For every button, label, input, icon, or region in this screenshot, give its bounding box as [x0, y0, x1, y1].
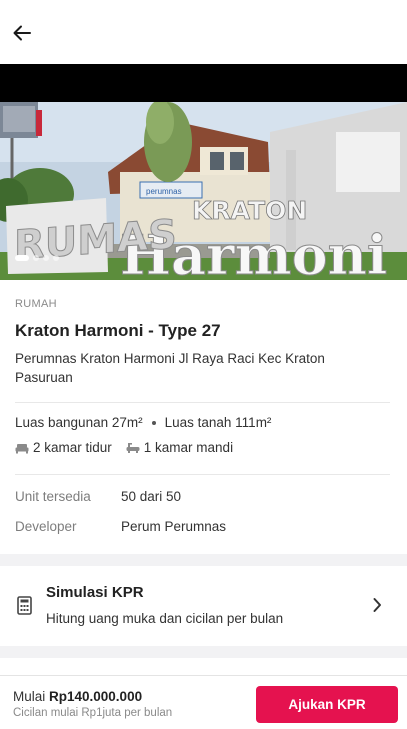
pagination-dot: [43, 255, 49, 261]
building-area: Luas bangunan 27m²: [15, 415, 143, 430]
chevron-right-icon: [373, 598, 381, 612]
price-value: Rp140.000.000: [49, 689, 143, 704]
property-category: RUMAH: [15, 298, 57, 310]
pagination-dot: [53, 255, 59, 261]
developer-value: Perum Perumnas: [121, 519, 227, 534]
property-rooms: 2 kamar tidur 1 kamar mandi: [15, 440, 247, 455]
bathtub-icon: [126, 442, 140, 453]
bedroom-count: 2 kamar tidur: [33, 440, 112, 455]
svg-text:KRATON: KRATON: [192, 196, 307, 225]
bedroom-info: 2 kamar tidur: [15, 440, 112, 455]
back-button[interactable]: [9, 20, 35, 46]
developer-label: Developer: [15, 519, 77, 534]
bullet-separator: [151, 420, 156, 425]
pagination-dot: [33, 255, 39, 261]
bottom-action-bar: Mulai Rp140.000.000 Cicilan mulai Rp1jut…: [0, 675, 407, 729]
installment-text: Cicilan mulai Rp1juta per bulan: [13, 707, 173, 719]
image-gallery[interactable]: perumnas KRATON Harmoni RUMAS: [0, 64, 407, 280]
top-bar: [0, 0, 407, 64]
bathroom-count: 1 kamar mandi: [143, 440, 234, 455]
kpr-subtitle: Hitung uang muka dan cicilan per bulan: [46, 611, 284, 626]
pagination-dot-active: [15, 255, 29, 261]
arrow-left-icon: [13, 25, 31, 41]
bathroom-info: 1 kamar mandi: [126, 440, 233, 455]
property-detail-page: perumnas KRATON Harmoni RUMAS RUMAH Krat…: [0, 0, 407, 729]
land-area: Luas tanah 111m²: [164, 415, 272, 430]
units-value: 50 dari 50: [121, 489, 182, 504]
property-areas: Luas bangunan 27m² Luas tanah 111m²: [15, 415, 271, 430]
units-label: Unit tersedia: [15, 489, 91, 504]
price-line: Mulai Rp140.000.000: [13, 689, 142, 704]
divider: [15, 402, 390, 403]
svg-text:perumnas: perumnas: [146, 187, 182, 196]
price-prefix: Mulai: [13, 689, 50, 704]
kpr-simulation-card[interactable]: Simulasi KPR Hitung uang muka dan cicila…: [0, 566, 407, 646]
property-title: Kraton Harmoni - Type 27: [15, 321, 221, 340]
bed-icon: [15, 443, 29, 453]
calculator-icon: [17, 596, 32, 615]
property-info-card: RUMAH Kraton Harmoni - Type 27 Perumnas …: [0, 280, 407, 554]
kpr-title: Simulasi KPR: [46, 584, 144, 601]
units-row: Unit tersedia 50 dari 50: [15, 489, 181, 504]
property-photo: perumnas KRATON Harmoni RUMAS: [0, 102, 407, 280]
gallery-pagination: [15, 254, 59, 262]
apply-kpr-button[interactable]: Ajukan KPR: [256, 686, 398, 723]
property-address: Perumnas Kraton Harmoni Jl Raya Raci Kec…: [15, 351, 325, 385]
divider: [15, 474, 390, 475]
developer-row: Developer Perum Perumnas: [15, 519, 226, 534]
